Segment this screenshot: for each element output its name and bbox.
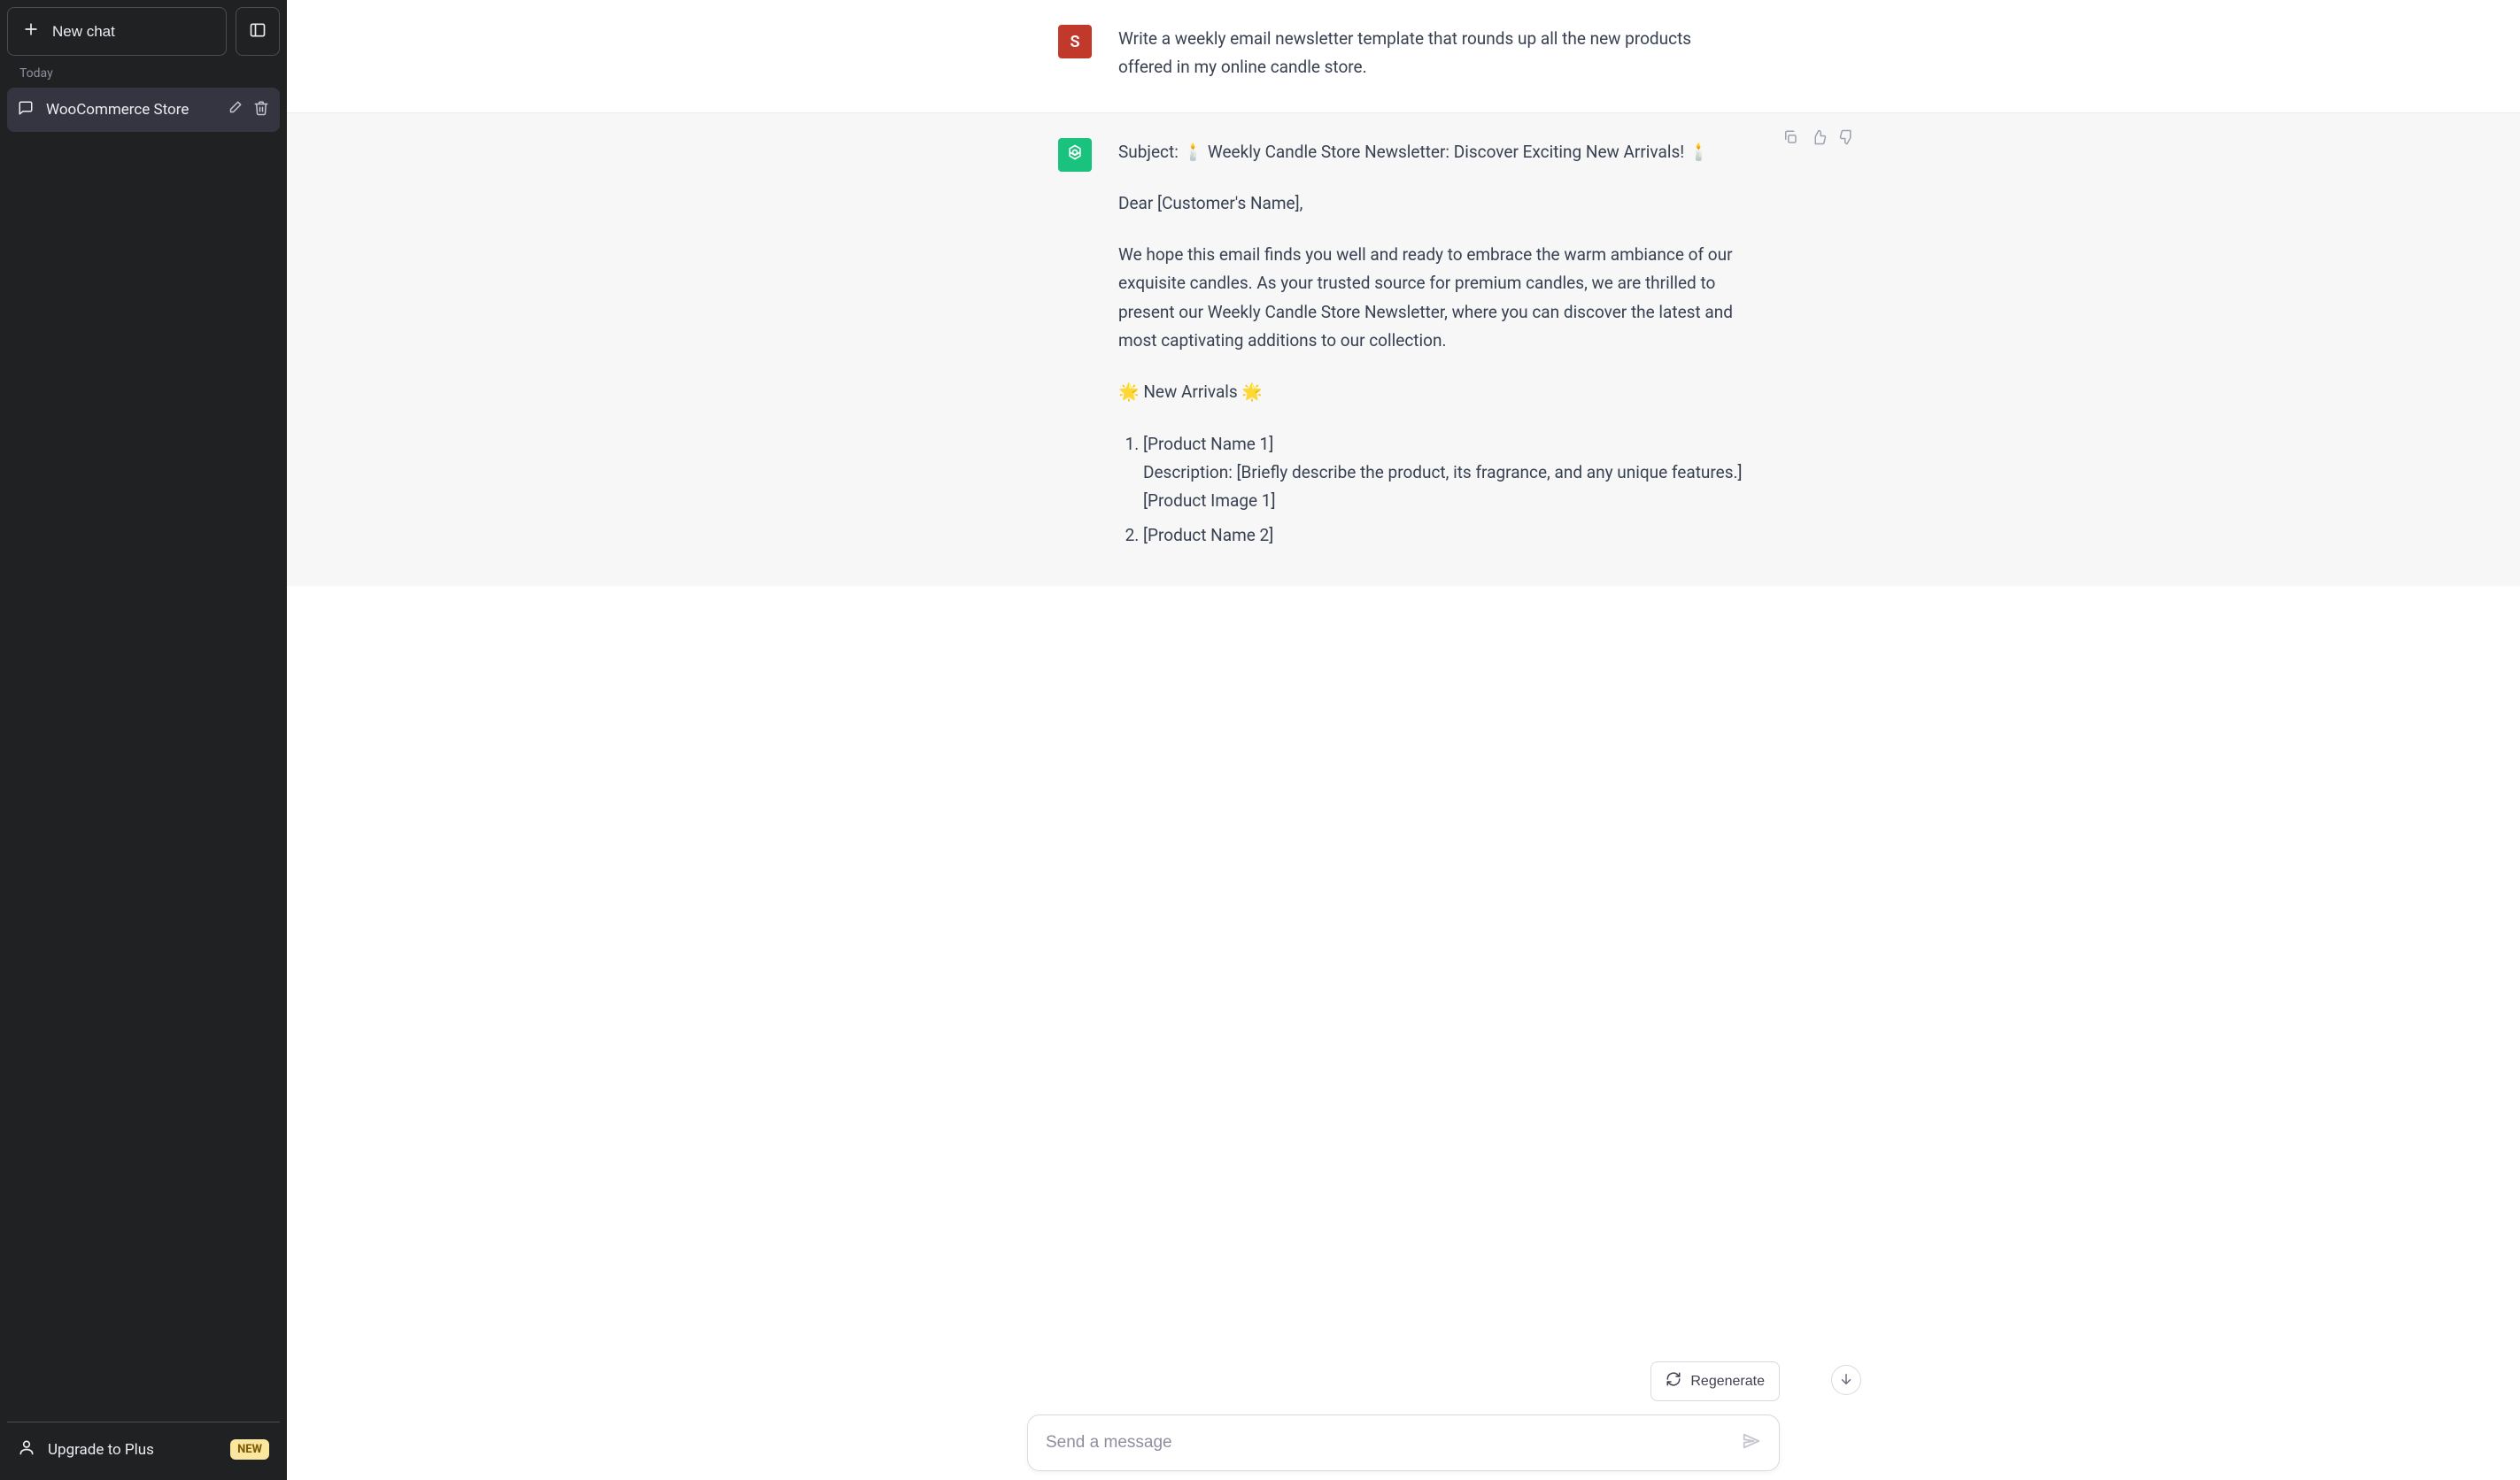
collapse-sidebar-button[interactable] (236, 7, 280, 56)
assistant-avatar (1058, 138, 1092, 172)
trash-icon[interactable] (253, 100, 269, 119)
user-message-text: Write a weekly email newsletter template… (1118, 25, 1749, 82)
chat-main: S Write a weekly email newsletter templa… (287, 0, 2520, 1480)
regenerate-button[interactable]: Regenerate (1650, 1361, 1780, 1401)
section-label-today: Today (7, 56, 280, 86)
upgrade-label: Upgrade to Plus (48, 1441, 154, 1459)
refresh-icon (1666, 1371, 1681, 1391)
conversation-item[interactable]: WooCommerce Store (7, 88, 280, 132)
assistant-product-list: [Product Name 1] Description: [Briefly d… (1118, 430, 1749, 550)
product-name: [Product Name 2] (1143, 525, 1273, 545)
chat-scroll-area[interactable]: S Write a weekly email newsletter templa… (287, 0, 2520, 1393)
product-description: Description: [Briefly describe the produ… (1143, 462, 1743, 482)
arrow-down-icon (1838, 1371, 1854, 1390)
conversation-title: WooCommerce Store (46, 101, 214, 119)
panel-icon (249, 21, 267, 42)
thumbs-up-icon[interactable] (1811, 129, 1827, 149)
plus-icon (22, 20, 40, 42)
assistant-message-actions (1782, 129, 1855, 149)
composer-input-box[interactable] (1027, 1414, 1780, 1471)
thumbs-down-icon[interactable] (1839, 129, 1855, 149)
user-turn: S Write a weekly email newsletter templa… (287, 0, 2520, 113)
composer-area: Regenerate (287, 1393, 2520, 1480)
send-icon (1742, 1438, 1761, 1454)
new-badge: NEW (230, 1439, 269, 1460)
list-item: [Product Name 1] Description: [Briefly d… (1143, 430, 1749, 516)
upgrade-to-plus-button[interactable]: Upgrade to Plus NEW (7, 1426, 280, 1473)
assistant-subject-line: Subject: 🕯️ Weekly Candle Store Newslett… (1118, 138, 1749, 166)
copy-icon[interactable] (1782, 129, 1798, 149)
regenerate-label: Regenerate (1690, 1374, 1765, 1390)
sidebar: New chat Today WooCommerce Store (0, 0, 287, 1480)
message-input[interactable] (1046, 1433, 1731, 1453)
openai-logo-icon (1066, 143, 1084, 166)
product-image-placeholder: [Product Image 1] (1143, 490, 1276, 511)
scroll-to-bottom-button[interactable] (1831, 1365, 1861, 1395)
new-chat-label: New chat (52, 23, 115, 41)
product-name: [Product Name 1] (1143, 434, 1273, 454)
assistant-arrivals-header: 🌟 New Arrivals 🌟 (1118, 378, 1749, 406)
list-item: [Product Name 2] (1143, 521, 1749, 550)
send-button[interactable] (1742, 1431, 1761, 1454)
assistant-turn: Subject: 🕯️ Weekly Candle Store Newslett… (287, 113, 2520, 586)
edit-icon[interactable] (227, 100, 243, 119)
assistant-intro: We hope this email finds you well and re… (1118, 241, 1749, 355)
user-avatar: S (1058, 25, 1092, 58)
chat-icon (18, 100, 34, 119)
assistant-greeting: Dear [Customer's Name], (1118, 189, 1749, 218)
user-icon (18, 1438, 35, 1461)
new-chat-button[interactable]: New chat (7, 7, 227, 56)
assistant-message-body: Subject: 🕯️ Weekly Candle Store Newslett… (1118, 138, 1749, 555)
